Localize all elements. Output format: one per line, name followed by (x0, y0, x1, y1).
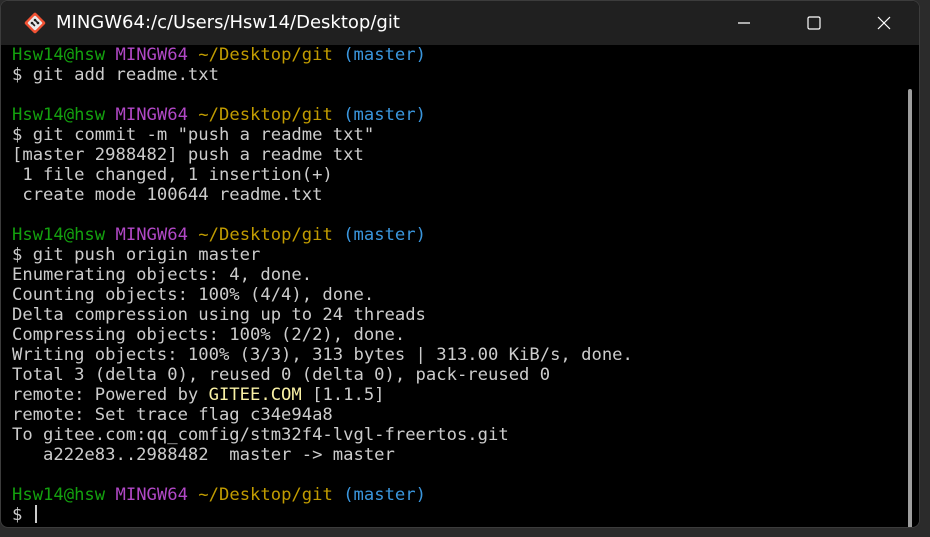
vertical-scrollbar[interactable] (903, 45, 919, 527)
close-button[interactable] (849, 1, 919, 45)
output-line: Enumerating objects: 4, done. (12, 265, 903, 285)
prompt-user: Hsw14@hsw (12, 225, 106, 245)
output-text: Total 3 (delta 0), reused 0 (delta 0), p… (12, 365, 551, 385)
prompt-branch: (master) (343, 45, 426, 65)
prompt-symbol: $ (12, 505, 23, 525)
prompt-path: ~/Desktop/git (198, 225, 333, 245)
prompt-path: ~/Desktop/git (198, 105, 333, 125)
output-text: a222e83..2988482 master -> master (12, 445, 395, 465)
command-text: git commit -m "push a readme txt" (32, 125, 375, 145)
prompt-host: MINGW64 (115, 225, 188, 245)
window-title: MINGW64:/c/Users/Hsw14/Desktop/git (56, 12, 400, 33)
prompt-user: Hsw14@hsw (12, 105, 106, 125)
prompt-branch: (master) (343, 225, 426, 245)
text-cursor (34, 505, 37, 523)
prompt-line: Hsw14@hsw MINGW64 ~/Desktop/git (master) (12, 225, 903, 245)
prompt-path: ~/Desktop/git (198, 45, 333, 65)
prompt-symbol: $ (12, 125, 23, 145)
prompt-branch: (master) (343, 105, 426, 125)
output-line: Delta compression using up to 24 threads (12, 305, 903, 325)
prompt-line: Hsw14@hsw MINGW64 ~/Desktop/git (master) (12, 45, 903, 65)
output-text: 1 file changed, 1 insertion(+) (12, 165, 333, 185)
input-line: $ (12, 505, 903, 525)
maximize-button[interactable] (779, 1, 849, 45)
git-bash-icon (24, 12, 46, 34)
prompt-host: MINGW64 (115, 485, 188, 505)
prompt-user: Hsw14@hsw (12, 485, 106, 505)
output-line: [master 2988482] push a readme txt (12, 145, 903, 165)
minimize-icon (738, 22, 750, 24)
prompt-path: ~/Desktop/git (198, 485, 333, 505)
prompt-symbol: $ (12, 245, 23, 265)
prompt-host: MINGW64 (115, 45, 188, 65)
output-line: a222e83..2988482 master -> master (12, 445, 903, 465)
prompt-user: Hsw14@hsw (12, 45, 106, 65)
output-line: create mode 100644 readme.txt (12, 185, 903, 205)
output-text: create mode 100644 readme.txt (12, 185, 323, 205)
output-line: To gitee.com:qq_comfig/stm32f4-lvgl-free… (12, 425, 903, 445)
output-text: Delta compression using up to 24 threads (12, 305, 426, 325)
prompt-branch: (master) (343, 485, 426, 505)
command-line: $ git push origin master (12, 245, 903, 265)
command-text: git add readme.txt (32, 65, 219, 85)
output-line: 1 file changed, 1 insertion(+) (12, 165, 903, 185)
terminal-output[interactable]: Hsw14@hsw MINGW64 ~/Desktop/git (master)… (1, 45, 903, 527)
output-line: remote: Powered by GITEE.COM [1.1.5] (12, 385, 903, 405)
maximize-icon (807, 16, 821, 30)
output-line: remote: Set trace flag c34e94a8 (12, 405, 903, 425)
output-text: Writing objects: 100% (3/3), 313 bytes |… (12, 345, 633, 365)
output-line: Writing objects: 100% (3/3), 313 bytes |… (12, 345, 903, 365)
command-line: $ git add readme.txt (12, 65, 903, 85)
minimize-button[interactable] (709, 1, 779, 45)
command-line: $ git commit -m "push a readme txt" (12, 125, 903, 145)
prompt-symbol: $ (12, 65, 23, 85)
output-text: [1.1.5] (301, 385, 385, 405)
title-bar[interactable]: MINGW64:/c/Users/Hsw14/Desktop/git (1, 1, 919, 45)
close-icon (877, 16, 891, 30)
output-text: [master 2988482] push a readme txt (12, 145, 364, 165)
output-text: remote: Powered by (12, 385, 209, 405)
output-text: Counting objects: 100% (4/4), done. (12, 285, 375, 305)
command-text: git push origin master (32, 245, 261, 265)
output-line: Total 3 (delta 0), reused 0 (delta 0), p… (12, 365, 903, 385)
output-line: Compressing objects: 100% (2/2), done. (12, 325, 903, 345)
output-line: Counting objects: 100% (4/4), done. (12, 285, 903, 305)
highlight-text: GITEE.COM (208, 385, 302, 405)
output-text: Compressing objects: 100% (2/2), done. (12, 325, 406, 345)
prompt-line: Hsw14@hsw MINGW64 ~/Desktop/git (master) (12, 485, 903, 505)
output-text: remote: Set trace flag c34e94a8 (12, 405, 333, 425)
prompt-line: Hsw14@hsw MINGW64 ~/Desktop/git (master) (12, 105, 903, 125)
scrollbar-thumb[interactable] (908, 89, 912, 527)
prompt-host: MINGW64 (115, 105, 188, 125)
output-text: Enumerating objects: 4, done. (12, 265, 313, 285)
terminal-window: MINGW64:/c/Users/Hsw14/Desktop/git Hsw14… (0, 0, 920, 528)
output-text: To gitee.com:qq_comfig/stm32f4-lvgl-free… (12, 425, 509, 445)
